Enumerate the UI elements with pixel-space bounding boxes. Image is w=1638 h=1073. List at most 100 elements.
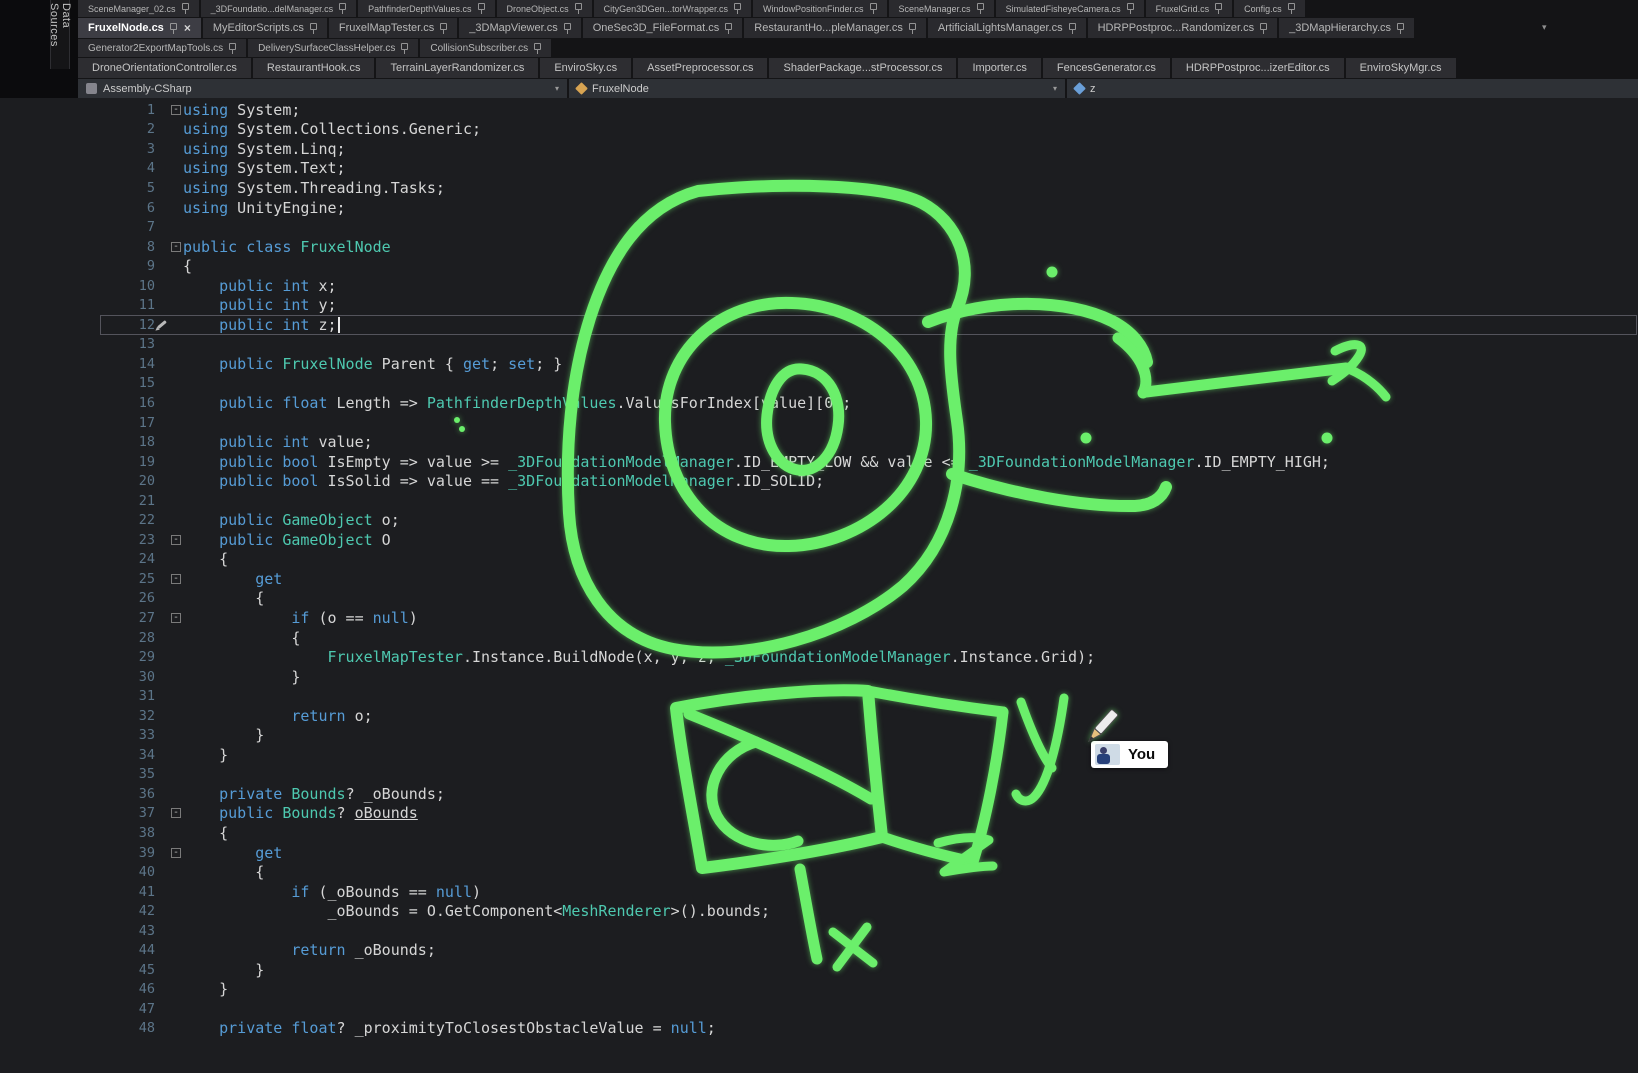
line-number[interactable]: 10 xyxy=(0,278,155,294)
line-number[interactable]: 8 xyxy=(0,239,155,255)
pin-icon[interactable] xyxy=(169,23,177,34)
code-line-38[interactable]: 38 { xyxy=(0,823,1638,843)
pin-icon[interactable] xyxy=(181,3,189,14)
tab-droneobject-cs[interactable]: DroneObject.cs xyxy=(497,0,592,17)
line-number[interactable]: 33 xyxy=(0,727,155,743)
line-number[interactable]: 11 xyxy=(0,297,155,313)
line-number[interactable]: 21 xyxy=(0,493,155,509)
code-line-16[interactable]: 16 public float Length => PathfinderDept… xyxy=(0,393,1638,413)
code-line-29[interactable]: 29 FruxelMapTester.Instance.BuildNode(x,… xyxy=(0,647,1638,667)
tab-fencesgenerator-cs[interactable]: FencesGenerator.cs xyxy=(1043,58,1170,78)
line-number[interactable]: 47 xyxy=(0,1001,155,1017)
line-number[interactable]: 37 xyxy=(0,805,155,821)
line-number[interactable]: 25 xyxy=(0,571,155,587)
line-number[interactable]: 36 xyxy=(0,786,155,802)
code-line-5[interactable]: 5using System.Threading.Tasks; xyxy=(0,178,1638,198)
tab-generator2exportmaptools-cs[interactable]: Generator2ExportMapTools.cs xyxy=(78,39,246,57)
tab-simulatedfisheyecamera-cs[interactable]: SimulatedFisheyeCamera.cs xyxy=(996,0,1144,17)
tab-hdrppostproc-randomizer-cs[interactable]: HDRPPostproc...Randomizer.cs xyxy=(1088,18,1278,38)
code-line-32[interactable]: 32 return o; xyxy=(0,706,1638,726)
code-line-13[interactable]: 13 xyxy=(0,335,1638,355)
pin-icon[interactable] xyxy=(733,3,741,14)
member-dropdown[interactable]: z xyxy=(1067,79,1638,98)
line-number[interactable]: 15 xyxy=(0,375,155,391)
pin-icon[interactable] xyxy=(228,43,236,54)
tab-enviroskymgr-cs[interactable]: EnviroSkyMgr.cs xyxy=(1346,58,1456,78)
code-line-10[interactable]: 10 public int x; xyxy=(0,276,1638,296)
line-number[interactable]: 35 xyxy=(0,766,155,782)
fold-collapse-icon[interactable]: - xyxy=(171,808,181,818)
tab-fruxelnode-cs[interactable]: FruxelNode.cs× xyxy=(78,18,201,38)
code-line-43[interactable]: 43 xyxy=(0,921,1638,941)
pin-icon[interactable] xyxy=(1214,3,1222,14)
pin-icon[interactable] xyxy=(338,3,346,14)
code-line-15[interactable]: 15 xyxy=(0,374,1638,394)
line-number[interactable]: 44 xyxy=(0,942,155,958)
code-line-46[interactable]: 46 } xyxy=(0,980,1638,1000)
line-number[interactable]: 29 xyxy=(0,649,155,665)
fold-collapse-icon[interactable]: - xyxy=(171,574,181,584)
line-number[interactable]: 39 xyxy=(0,845,155,861)
fold-collapse-icon[interactable]: - xyxy=(171,105,181,115)
tab-hdrppostproc-izereditor-cs[interactable]: HDRPPostproc...izerEditor.cs xyxy=(1172,58,1344,78)
line-number[interactable]: 12 xyxy=(0,317,155,333)
line-number[interactable]: 31 xyxy=(0,688,155,704)
line-number[interactable]: 40 xyxy=(0,864,155,880)
line-number[interactable]: 48 xyxy=(0,1020,155,1036)
pin-icon[interactable] xyxy=(1126,3,1134,14)
fold-collapse-icon[interactable]: - xyxy=(171,848,181,858)
line-number[interactable]: 9 xyxy=(0,258,155,274)
code-line-4[interactable]: 4using System.Text; xyxy=(0,159,1638,179)
code-line-17[interactable]: 17 xyxy=(0,413,1638,433)
code-line-33[interactable]: 33 } xyxy=(0,726,1638,746)
code-line-37[interactable]: 37- public Bounds? oBounds xyxy=(0,804,1638,824)
line-number[interactable]: 27 xyxy=(0,610,155,626)
code-line-34[interactable]: 34 } xyxy=(0,745,1638,765)
line-number[interactable]: 46 xyxy=(0,981,155,997)
line-number[interactable]: 1 xyxy=(0,102,155,118)
tab-collisionsubscriber-cs[interactable]: CollisionSubscriber.cs xyxy=(420,39,551,57)
tab-overflow-chevron-icon[interactable]: ▾ xyxy=(1542,22,1547,33)
code-line-31[interactable]: 31 xyxy=(0,686,1638,706)
code-line-35[interactable]: 35 xyxy=(0,765,1638,785)
code-line-6[interactable]: 6using UnityEngine; xyxy=(0,198,1638,218)
pin-icon[interactable] xyxy=(1068,23,1076,34)
line-number[interactable]: 24 xyxy=(0,551,155,567)
line-number[interactable]: 16 xyxy=(0,395,155,411)
code-line-45[interactable]: 45 } xyxy=(0,960,1638,980)
tab-fruxelmaptester-cs[interactable]: FruxelMapTester.cs xyxy=(329,18,457,38)
pin-icon[interactable] xyxy=(533,43,541,54)
code-line-9[interactable]: 9{ xyxy=(0,256,1638,276)
code-line-22[interactable]: 22 public GameObject o; xyxy=(0,510,1638,530)
line-number[interactable]: 6 xyxy=(0,200,155,216)
pin-icon[interactable] xyxy=(976,3,984,14)
fold-collapse-icon[interactable]: - xyxy=(171,535,181,545)
pin-icon[interactable] xyxy=(1396,23,1404,34)
code-line-11[interactable]: 11 public int y; xyxy=(0,295,1638,315)
tab-citygen3dgen-torwrapper-cs[interactable]: CityGen3DGen...torWrapper.cs xyxy=(594,0,751,17)
code-line-44[interactable]: 44 return _oBounds; xyxy=(0,941,1638,961)
pin-icon[interactable] xyxy=(574,3,582,14)
tab--3dfoundatio-delmanager-cs[interactable]: _3DFoundatio...delManager.cs xyxy=(201,0,357,17)
pin-icon[interactable] xyxy=(1287,3,1295,14)
code-line-26[interactable]: 26 { xyxy=(0,589,1638,609)
tab-droneorientationcontroller-cs[interactable]: DroneOrientationController.cs xyxy=(78,58,251,78)
pin-icon[interactable] xyxy=(869,3,877,14)
pin-icon[interactable] xyxy=(439,23,447,34)
tab-artificiallightsmanager-cs[interactable]: ArtificialLightsManager.cs xyxy=(928,18,1086,38)
line-number[interactable]: 2 xyxy=(0,121,155,137)
pin-icon[interactable] xyxy=(724,23,732,34)
tab-deliverysurfaceclasshelper-cs[interactable]: DeliverySurfaceClassHelper.cs xyxy=(248,39,418,57)
code-line-48[interactable]: 48 private float? _proximityToClosestObs… xyxy=(0,1019,1638,1039)
line-number[interactable]: 26 xyxy=(0,590,155,606)
line-number[interactable]: 43 xyxy=(0,923,155,939)
line-number[interactable]: 45 xyxy=(0,962,155,978)
code-line-47[interactable]: 47 xyxy=(0,999,1638,1019)
code-line-19[interactable]: 19 public bool IsEmpty => value >= _3DFo… xyxy=(0,452,1638,472)
line-number[interactable]: 42 xyxy=(0,903,155,919)
line-number[interactable]: 32 xyxy=(0,708,155,724)
code-line-27[interactable]: 27- if (o == null) xyxy=(0,608,1638,628)
code-line-14[interactable]: 14 public FruxelNode Parent { get; set; … xyxy=(0,354,1638,374)
line-number[interactable]: 7 xyxy=(0,219,155,235)
line-number[interactable]: 14 xyxy=(0,356,155,372)
